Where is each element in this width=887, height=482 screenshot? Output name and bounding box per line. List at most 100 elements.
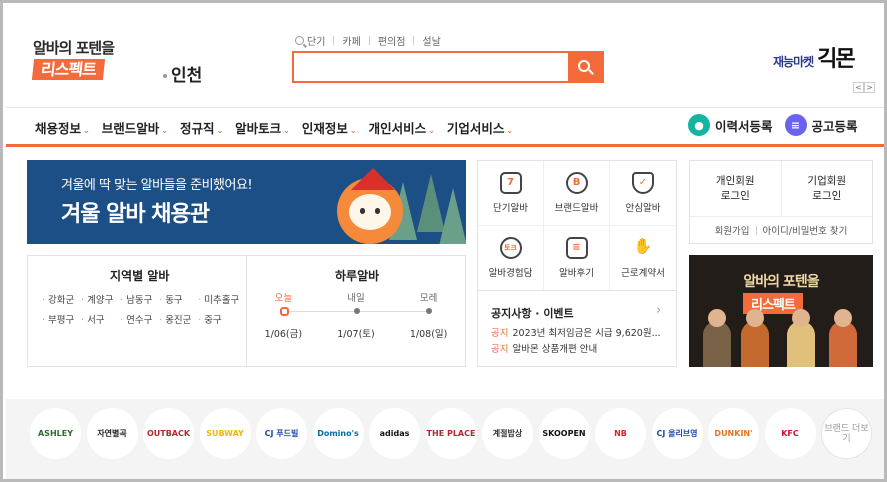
brand-more-button[interactable]: 브랜드 더보기 [821, 408, 872, 459]
quick-link[interactable]: 단기 [307, 33, 325, 48]
day-date: 1/06(금) [264, 329, 303, 340]
chevron-left-icon[interactable]: < [853, 82, 864, 93]
shield-check-icon: ✓ [632, 171, 654, 194]
notice-item[interactable]: 공지 2023년 최저임금은 시급 9,620원... [491, 325, 671, 339]
winter-job-banner[interactable]: 겨울에 딱 맞는 알바들을 준비했어요! 겨울 알바 채용관 [27, 160, 466, 244]
menu-safe-jobs[interactable]: ✓ 안심알바 [610, 161, 676, 226]
brand-logo[interactable]: SKOOPEN [538, 408, 590, 459]
logo-highlight: 리스펙트 [31, 59, 105, 80]
brand-logo[interactable]: NB [595, 408, 646, 459]
banner-title: 겨울 알바 채용관 [61, 202, 210, 227]
region-label: 인천 [171, 66, 203, 86]
nav-item[interactable]: 개인서비스 ⌄ [369, 118, 435, 137]
quick-link[interactable]: 편의점 [378, 33, 406, 48]
day-dot[interactable] [426, 308, 433, 314]
search-box [292, 51, 604, 83]
brand-logo[interactable]: OUTBACK [143, 408, 194, 459]
search-button[interactable] [568, 53, 602, 81]
chevron-down-icon: ⌄ [349, 126, 357, 135]
document-icon: ≡ [784, 114, 807, 136]
search-icon [295, 36, 304, 45]
brand-logo[interactable]: ASHLEY [30, 408, 81, 459]
chevron-down-icon: ⌄ [428, 126, 435, 135]
login-box: 개인회원 로그인 기업회원 로그인 회원가입 아이디/비밀번호 찾기 [689, 160, 873, 244]
menu-labor-contract[interactable]: ✋ 근로계약서 [610, 226, 676, 291]
chevron-down-icon: ⌄ [283, 126, 290, 135]
day-date: 1/08(일) [409, 329, 448, 340]
menu-job-stories[interactable]: 토크 알바경험담 [478, 225, 544, 290]
brand-logo[interactable]: CJ 푸드빌 [256, 408, 307, 459]
brand-logo[interactable]: CJ 올리브영 [651, 408, 703, 459]
main-navigation: 채용정보 ⌄ 브랜드알바 ⌄ 정규직 ⌄ 알바토크 ⌄ 인재정보 ⌄ 개인서비스 ⌄ 기업서… [6, 107, 884, 147]
nav-item[interactable]: 브랜드알바 ⌄ [102, 118, 168, 137]
region-dot-icon [163, 74, 167, 78]
resume-register-button[interactable]: ● 이력서등록 [688, 114, 773, 136]
region-selector[interactable]: 인천 [163, 61, 202, 86]
nav-item[interactable]: 알바토크 ⌄ [235, 118, 290, 137]
day-tab[interactable]: 내일 [347, 290, 364, 304]
district-link[interactable]: 계양구 [81, 292, 116, 306]
day-dot[interactable] [354, 308, 361, 314]
day-tab[interactable]: 모레 [420, 290, 437, 304]
brand-logo[interactable]: Domino's [312, 408, 364, 459]
district-list: 강화군 계양구 남동구 동구 미추홀구 부평구 서구 연수구 옹진군 중구 [42, 292, 242, 326]
brand-logo[interactable]: KFC [764, 408, 816, 459]
search-icon [578, 60, 590, 72]
search-input[interactable] [294, 53, 568, 81]
brand-logo[interactable]: THE PLACE [425, 408, 477, 459]
district-link[interactable]: 부평구 [42, 312, 77, 326]
chevron-down-icon: ⌄ [161, 126, 168, 135]
nav-item[interactable]: 정규직 ⌄ [180, 118, 223, 137]
person-illustration [741, 309, 769, 367]
notice-item[interactable]: 공지 알바몬 상품개편 안내 [491, 341, 671, 355]
menu-short-term-jobs[interactable]: 7 단기알바 [478, 161, 544, 226]
brand-logo[interactable]: 계절밥상 [482, 408, 533, 459]
brand-logo[interactable]: adidas [369, 408, 420, 459]
district-link[interactable]: 강화군 [42, 292, 77, 306]
ad-small-label: 재능마켓 [773, 55, 814, 69]
nav-item[interactable]: 인재정보 ⌄ [302, 118, 357, 137]
district-link[interactable]: 서구 [81, 312, 116, 326]
banner-subtitle: 겨울에 딱 맞는 알바들을 준비했어요! [61, 178, 253, 193]
notice-title[interactable]: 공지사항 · 이벤트 [491, 305, 574, 321]
person-icon: ● [688, 114, 710, 136]
site-logo[interactable]: 알바의 포텐을 리스펙트 [31, 39, 141, 85]
job-post-register-button[interactable]: ≡ 공고등록 [784, 114, 858, 136]
district-link[interactable]: 미추홀구 [198, 292, 242, 306]
district-link[interactable]: 남동구 [120, 292, 155, 306]
quick-links: 단기 카페 편의점 설날 [295, 33, 441, 48]
quick-link[interactable]: 카페 [342, 33, 360, 48]
review-board-icon: ≡ [565, 236, 588, 259]
day-dot-selected[interactable] [279, 307, 289, 316]
menu-job-reviews[interactable]: ≡ 알바후기 [544, 225, 610, 290]
corporate-login-button[interactable]: 기업회원 로그인 [782, 161, 873, 216]
nav-item[interactable]: 기업서비스 ⌄ [447, 118, 513, 137]
nav-item[interactable]: 채용정보 ⌄ [35, 118, 90, 137]
brand-logo[interactable]: 자연별곡 [86, 408, 138, 459]
day-date: 1/07(토) [337, 329, 375, 340]
notice-box: 공지사항 · 이벤트 › 공지 2023년 최저임금은 시급 9,620원... … [477, 291, 677, 367]
find-account-link[interactable]: 아이디/비밀번호 찾기 [763, 223, 848, 237]
promo-title: 알바의 포텐을 [743, 274, 819, 290]
day-tab[interactable]: 오늘 [275, 290, 292, 304]
brand-logo[interactable]: SUBWAY [199, 408, 251, 459]
quick-link[interactable]: 설날 [422, 33, 440, 48]
district-link[interactable]: 동구 [159, 292, 194, 306]
district-link[interactable]: 옹진군 [159, 312, 194, 326]
ad-pager: < > [853, 82, 875, 93]
signup-link[interactable]: 회원가입 [715, 223, 750, 237]
brand-logo[interactable]: DUNKIN' [708, 408, 759, 459]
personal-login-button[interactable]: 개인회원 로그인 [690, 161, 782, 216]
menu-brand-jobs[interactable]: B 브랜드알바 [544, 161, 610, 226]
region-title: 지역별 알바 [110, 269, 170, 283]
page-frame: 알바의 포텐을 리스펙트 인천 단기 카페 편의점 설날 재능마켓 긱몬 < >… [0, 0, 887, 482]
handshake-icon: ✋ [633, 236, 653, 255]
calendar-7-icon: 7 [499, 171, 522, 194]
chevron-down-icon: ⌄ [216, 126, 224, 135]
chevron-right-icon[interactable]: › [656, 303, 661, 318]
top-ad-banner[interactable]: 재능마켓 긱몬 [773, 41, 856, 73]
district-link[interactable]: 연수구 [120, 312, 155, 326]
district-link[interactable]: 중구 [198, 312, 242, 326]
promo-banner[interactable]: 알바의 포텐을 리스펙트 [689, 255, 873, 367]
chevron-right-icon[interactable]: > [864, 82, 875, 93]
